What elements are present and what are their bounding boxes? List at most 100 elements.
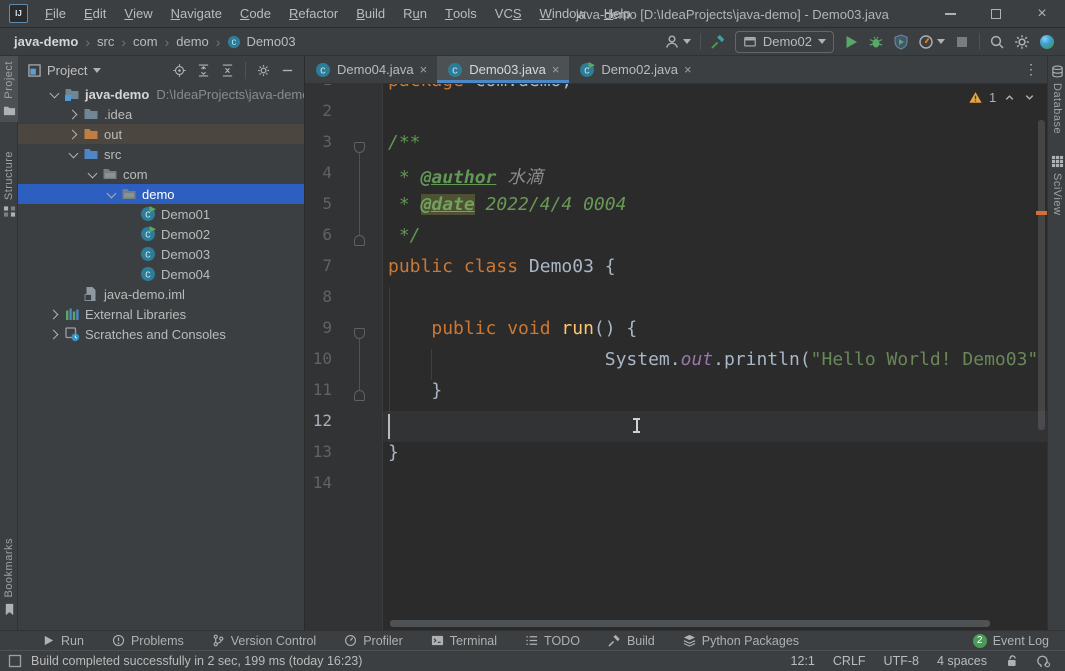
lock-icon[interactable] xyxy=(1005,654,1019,668)
tree-right-arrow-icon[interactable] xyxy=(65,104,83,124)
collapse-all-button[interactable] xyxy=(221,64,234,77)
build-hammer-button[interactable] xyxy=(710,34,726,50)
stripe-toggle-icon[interactable] xyxy=(8,654,22,668)
menu-file[interactable]: File xyxy=(36,0,75,27)
tree-item-external-libraries[interactable]: External Libraries xyxy=(18,304,304,324)
ide-sphere-button[interactable] xyxy=(1039,34,1055,50)
tree-down-arrow-icon[interactable] xyxy=(103,184,121,204)
tool-stripe-button-sciview[interactable]: SciView xyxy=(1048,150,1065,220)
settings-button[interactable] xyxy=(1014,34,1030,50)
tree-arrow-spacer xyxy=(65,284,83,304)
tree-right-arrow-icon[interactable] xyxy=(46,324,64,344)
toolwindow-button-problems[interactable]: Problems xyxy=(98,634,198,648)
toolwindow-button-run[interactable]: Run xyxy=(28,634,98,648)
error-stripe-warning-mark[interactable] xyxy=(1036,211,1047,215)
tree-item-java-demo-iml[interactable]: java-demo.iml xyxy=(18,284,304,304)
menu-run[interactable]: Run xyxy=(394,0,436,27)
encoding-widget[interactable]: UTF-8 xyxy=(884,654,919,668)
tree-down-arrow-icon[interactable] xyxy=(65,144,83,164)
tree-item-demo03[interactable]: CDemo03 xyxy=(18,244,304,264)
expand-all-button[interactable] xyxy=(197,64,210,77)
tree-right-arrow-icon[interactable] xyxy=(46,304,64,324)
tree-item-demo04[interactable]: CDemo04 xyxy=(18,264,304,284)
toolwindow-button-python-packages[interactable]: Python Packages xyxy=(669,634,813,648)
profiler-button[interactable] xyxy=(918,34,945,50)
tree-item-out[interactable]: out xyxy=(18,124,304,144)
toolwindow-button-build[interactable]: Build xyxy=(594,634,669,648)
breadcrumb-item-com[interactable]: com xyxy=(133,34,158,49)
menu-refactor[interactable]: Refactor xyxy=(280,0,347,27)
tree-item-java-demo[interactable]: java-demoD:\IdeaProjects\java-demo xyxy=(18,84,304,104)
tree-down-arrow-icon[interactable] xyxy=(84,164,102,184)
breadcrumb-item-demo[interactable]: demo xyxy=(176,34,209,49)
tool-stripe-button-structure[interactable]: Structure xyxy=(0,146,18,223)
stop-button[interactable] xyxy=(954,34,970,50)
tree-item-demo[interactable]: demo xyxy=(18,184,304,204)
event-log-button[interactable]: 2Event Log xyxy=(973,634,1065,648)
breadcrumb-item-src[interactable]: src xyxy=(97,34,114,49)
toolwindow-button-profiler[interactable]: Profiler xyxy=(330,634,417,648)
panel-settings-button[interactable] xyxy=(257,64,270,77)
editor-gutter[interactable]: 1234567891011121314 xyxy=(305,84,383,630)
tool-stripe-button-database[interactable]: Database xyxy=(1048,60,1065,139)
editor-horizontal-scrollbar[interactable] xyxy=(390,620,990,627)
toolwindow-button-todo[interactable]: TODO xyxy=(511,634,594,648)
editor-vertical-scrollbar[interactable] xyxy=(1038,120,1045,430)
close-button[interactable]: × xyxy=(1019,0,1065,28)
code-line xyxy=(383,473,1047,504)
close-tab-icon[interactable]: × xyxy=(684,63,692,76)
toolwindow-button-terminal[interactable]: Terminal xyxy=(417,634,511,648)
close-tab-icon[interactable]: × xyxy=(552,63,560,76)
minimize-button[interactable] xyxy=(927,0,973,28)
next-warning-button[interactable] xyxy=(1023,91,1036,104)
fold-start-icon[interactable] xyxy=(354,328,365,339)
tree-item-demo01[interactable]: CDemo01 xyxy=(18,204,304,224)
menu-tools[interactable]: Tools xyxy=(436,0,486,27)
indent-widget[interactable]: 4 spaces xyxy=(937,654,987,668)
line-separator-widget[interactable]: CRLF xyxy=(833,654,866,668)
fold-end-icon[interactable] xyxy=(354,235,365,246)
hide-panel-button[interactable] xyxy=(281,64,294,77)
close-tab-icon[interactable]: × xyxy=(420,63,428,76)
more-tabs-icon[interactable]: ⋮ xyxy=(1024,61,1047,78)
toolwindow-button-version-control[interactable]: Version Control xyxy=(198,634,330,648)
menu-edit[interactable]: Edit xyxy=(75,0,115,27)
menu-vcs[interactable]: VCS xyxy=(486,0,531,27)
prev-warning-button[interactable] xyxy=(1003,91,1016,104)
locate-file-button[interactable] xyxy=(173,64,186,77)
maximize-button[interactable] xyxy=(973,0,1019,28)
breadcrumb-item-java-demo[interactable]: java-demo xyxy=(14,34,78,49)
tab-demo04-java[interactable]: CDemo04.java× xyxy=(305,56,437,83)
run-button[interactable] xyxy=(843,34,859,50)
tree-item-com[interactable]: com xyxy=(18,164,304,184)
tab-demo03-java[interactable]: CDemo03.java× xyxy=(437,56,569,83)
menu-code[interactable]: Code xyxy=(231,0,280,27)
tree-item--idea[interactable]: .idea xyxy=(18,104,304,124)
tree-down-arrow-icon[interactable] xyxy=(46,84,64,104)
search-everywhere-button[interactable] xyxy=(989,34,1005,50)
editor-code[interactable]: package com.demo;/** * @author 水滴 * @dat… xyxy=(383,84,1047,630)
fold-end-icon[interactable] xyxy=(354,390,365,401)
menu-navigate[interactable]: Navigate xyxy=(162,0,231,27)
tree-item-src[interactable]: src xyxy=(18,144,304,164)
project-panel-title[interactable]: Project xyxy=(47,63,87,78)
tool-stripe-button-project[interactable]: Project xyxy=(0,56,18,122)
menu-view[interactable]: View xyxy=(115,0,161,27)
run-with-coverage-button[interactable] xyxy=(893,34,909,50)
inspections-widget[interactable]: 1 xyxy=(969,90,1036,105)
highlighting-level-icon[interactable] xyxy=(1037,654,1051,668)
menu-build[interactable]: Build xyxy=(347,0,394,27)
tree-item-demo02[interactable]: CDemo02 xyxy=(18,224,304,244)
tab-demo02-java[interactable]: CDemo02.java× xyxy=(569,56,701,83)
debug-button[interactable] xyxy=(868,34,884,50)
chevron-down-icon[interactable] xyxy=(93,68,101,73)
fold-start-icon[interactable] xyxy=(354,142,365,153)
run-configuration-select[interactable]: Demo02 xyxy=(735,31,834,53)
tree-right-arrow-icon[interactable] xyxy=(65,124,83,144)
user-account-button[interactable] xyxy=(664,34,691,50)
tool-stripe-button-bookmarks[interactable]: Bookmarks xyxy=(0,533,18,621)
breadcrumb-item-demo03[interactable]: CDemo03 xyxy=(227,34,295,49)
editor[interactable]: 1234567891011121314 package com.demo;/**… xyxy=(305,84,1047,630)
tree-item-scratches-and-consoles[interactable]: Scratches and Consoles xyxy=(18,324,304,344)
caret-position-widget[interactable]: 12:1 xyxy=(791,654,815,668)
